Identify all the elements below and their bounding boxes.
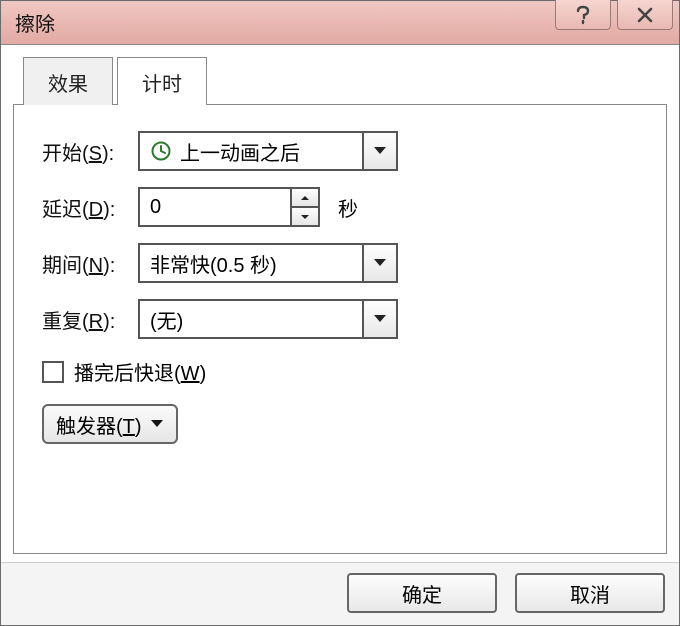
repeat-dropdown[interactable]: (无) bbox=[138, 299, 398, 339]
delay-spinner[interactable]: 0 bbox=[138, 187, 320, 227]
chevron-up-icon bbox=[300, 195, 310, 201]
start-dropdown[interactable]: 上一动画之后 bbox=[138, 131, 398, 171]
rewind-checkbox[interactable] bbox=[42, 361, 64, 383]
rewind-label: 播完后快退(W) bbox=[74, 357, 206, 386]
label-duration: 期间(N): bbox=[42, 249, 138, 278]
duration-value: 非常快(0.5 秒) bbox=[140, 249, 362, 278]
row-start: 开始(S): 上一动画之后 bbox=[42, 131, 638, 171]
label-delay: 延迟(D): bbox=[42, 193, 138, 222]
chevron-down-icon bbox=[362, 133, 396, 169]
help-icon bbox=[575, 5, 591, 25]
repeat-value: (无) bbox=[140, 305, 362, 334]
delay-value: 0 bbox=[140, 189, 290, 225]
help-button[interactable] bbox=[555, 0, 611, 30]
trigger-row: 触发器(T) bbox=[42, 404, 638, 444]
window-controls bbox=[555, 0, 673, 30]
rewind-checkbox-row[interactable]: 播完后快退(W) bbox=[42, 357, 638, 386]
spinner-up[interactable] bbox=[292, 189, 318, 206]
chevron-down-icon bbox=[362, 301, 396, 337]
row-duration: 期间(N): 非常快(0.5 秒) bbox=[42, 243, 638, 283]
tabs: 效果 计时 bbox=[13, 57, 667, 105]
dialog-wipe: 擦除 效果 计时 开始(S): bbox=[0, 0, 680, 626]
tab-timing[interactable]: 计时 bbox=[117, 57, 207, 105]
spinner-buttons bbox=[290, 189, 318, 225]
tabpanel-timing: 开始(S): 上一动画之后 bbox=[13, 104, 667, 554]
trigger-label: 触发器(T) bbox=[56, 410, 142, 439]
cancel-button[interactable]: 取消 bbox=[515, 573, 665, 613]
row-repeat: 重复(R): (无) bbox=[42, 299, 638, 339]
titlebar: 擦除 bbox=[1, 1, 679, 45]
ok-button[interactable]: 确定 bbox=[347, 573, 497, 613]
dialog-title: 擦除 bbox=[15, 8, 55, 37]
label-repeat: 重复(R): bbox=[42, 305, 138, 334]
chevron-down-icon bbox=[362, 245, 396, 281]
delay-unit: 秒 bbox=[338, 193, 358, 222]
close-button[interactable] bbox=[617, 0, 673, 30]
chevron-down-icon bbox=[300, 214, 310, 220]
row-delay: 延迟(D): 0 秒 bbox=[42, 187, 638, 227]
dialog-footer: 确定 取消 bbox=[1, 562, 679, 625]
close-icon bbox=[636, 6, 654, 24]
clock-icon bbox=[150, 140, 172, 162]
dialog-body: 效果 计时 开始(S): 上一动画之后 bbox=[1, 45, 679, 562]
label-start: 开始(S): bbox=[42, 137, 138, 166]
duration-dropdown[interactable]: 非常快(0.5 秒) bbox=[138, 243, 398, 283]
trigger-button[interactable]: 触发器(T) bbox=[42, 404, 178, 444]
tab-effect[interactable]: 效果 bbox=[23, 57, 113, 105]
start-value: 上一动画之后 bbox=[140, 137, 362, 166]
chevron-down-icon bbox=[150, 419, 164, 429]
spinner-down[interactable] bbox=[292, 206, 318, 225]
